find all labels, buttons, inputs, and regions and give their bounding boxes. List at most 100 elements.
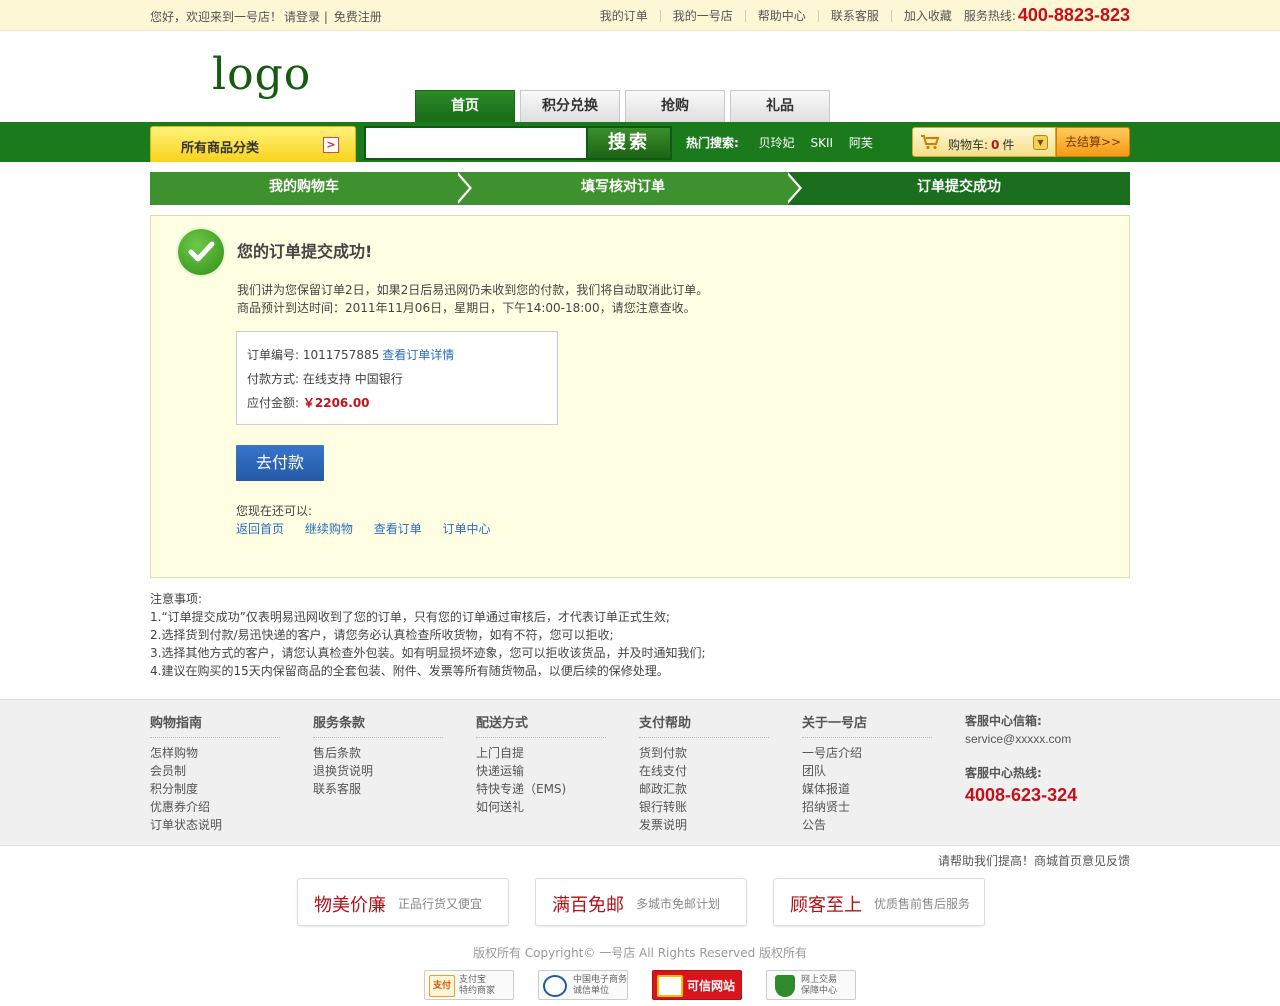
- tab-home[interactable]: 首页: [415, 90, 515, 122]
- footer-link[interactable]: 媒体报道: [802, 780, 932, 798]
- order-success-panel: 您的订单提交成功! 我们讲为您保留订单2日，如果2日后易迅网仍未收到您的付款，我…: [150, 215, 1130, 578]
- order-center-link[interactable]: 订单中心: [443, 522, 491, 536]
- search-input[interactable]: [364, 126, 586, 160]
- chevron-right-icon: >: [323, 137, 339, 153]
- login-link[interactable]: 请登录: [284, 10, 320, 24]
- integrity-seal-icon: [543, 975, 567, 997]
- payment-method: 在线支持 中国银行: [302, 372, 403, 386]
- register-link[interactable]: 免费注册: [334, 10, 382, 24]
- hotline-label: 服务热线:: [963, 9, 1016, 23]
- hot-keyword-benefit[interactable]: 贝玲妃: [759, 136, 795, 150]
- all-categories-button[interactable]: 所有商品分类 >: [150, 126, 356, 162]
- login-separator: |: [323, 10, 328, 24]
- all-categories-label: 所有商品分类: [181, 141, 260, 156]
- checkout-button[interactable]: 去结算>>: [1056, 127, 1130, 157]
- site-logo[interactable]: logo: [212, 49, 311, 100]
- notes: 注意事项: 1.“订单提交成功”仅表明易迅网收到了您的订单，只有您的订单通过审核…: [150, 590, 1130, 680]
- footer-link[interactable]: 邮政汇款: [639, 780, 769, 798]
- service-hotline-label: 客服中心热线:: [965, 766, 1042, 780]
- footer-link[interactable]: 发票说明: [639, 816, 769, 834]
- badge-line: 诚信单位: [573, 986, 610, 996]
- my-store-link[interactable]: 我的一号店: [661, 9, 746, 22]
- tab-points-exchange[interactable]: 积分兑换: [520, 90, 620, 122]
- next-actions: 返回首页 继续购物 查看订单 订单中心: [236, 520, 508, 537]
- search-bar: 所有商品分类 > 搜索 热门搜索: 贝玲妃 SKII 阿芙 购物车: 0 件 ▼ 去…: [0, 122, 1280, 162]
- help-center-link[interactable]: 帮助中心: [746, 9, 819, 22]
- step-cart: 我的购物车: [150, 172, 458, 205]
- cart-widget[interactable]: 购物车: 0 件 ▼: [912, 127, 1056, 157]
- footer-link[interactable]: 积分制度: [150, 780, 280, 798]
- service-hotline: 4008-623-324: [965, 785, 1078, 805]
- trusted-site-icon: [657, 975, 683, 997]
- note-item: 2.选择货到付款/易迅快递的客户，请您务必认真检查所收货物，如有不符，您可以拒收…: [150, 628, 614, 642]
- amount-due-row: 应付金额: ￥2206.00: [247, 394, 370, 411]
- trusted-site-badge[interactable]: 可信网站: [652, 970, 742, 1000]
- my-orders-link[interactable]: 我的订单: [588, 9, 661, 22]
- footer-link[interactable]: 会员制: [150, 762, 280, 780]
- footer-service-contact: 客服中心信箱: service@xxxxx.com 客服中心热线: 4008-6…: [965, 712, 1077, 806]
- hot-keyword-skii[interactable]: SKII: [810, 136, 833, 150]
- order-number-row: 订单编号: 1011757885 查看订单详情: [247, 346, 454, 363]
- top-bar: 您好，欢迎来到一号店！ 请登录 | 免费注册 我的订单 我的一号店 帮助中心 联系…: [0, 0, 1280, 31]
- promo-free-shipping: 满百免邮 多城市免邮计划: [535, 878, 747, 926]
- hot-keyword-afu[interactable]: 阿芙: [849, 136, 873, 150]
- promo-subtitle: 正品行货又便宜: [398, 897, 483, 911]
- pay-now-button[interactable]: 去付款: [236, 445, 324, 481]
- payment-method-label: 付款方式:: [247, 372, 300, 386]
- add-favorite-link[interactable]: 加入收藏: [892, 10, 964, 22]
- order-number-label: 订单编号:: [247, 348, 300, 362]
- footer-link[interactable]: 快递运输: [476, 762, 606, 780]
- view-order-detail-link[interactable]: 查看订单详情: [382, 348, 454, 362]
- footer-link[interactable]: 货到付款: [639, 744, 769, 762]
- badge-text: 可信网站: [687, 975, 735, 997]
- welcome-message: 您好，欢迎来到一号店！: [150, 10, 283, 24]
- alipay-badge[interactable]: 支付宝 支付宝特约商家: [424, 970, 514, 1000]
- footer-link[interactable]: 退换货说明: [313, 762, 443, 780]
- back-home-link[interactable]: 返回首页: [236, 522, 284, 536]
- footer-link[interactable]: 上门自提: [476, 744, 606, 762]
- footer-col-payment-help: 支付帮助 货到付款 在线支付 邮政汇款 银行转账 发票说明: [639, 712, 769, 834]
- footer-link[interactable]: 怎样购物: [150, 744, 280, 762]
- footer-link[interactable]: 公告: [802, 816, 932, 834]
- footer-link[interactable]: 银行转账: [639, 798, 769, 816]
- footer-link[interactable]: 售后条款: [313, 744, 443, 762]
- contact-service-link[interactable]: 联系客服: [819, 9, 892, 22]
- footer-link[interactable]: 联系客服: [313, 780, 443, 798]
- footer-link[interactable]: 订单状态说明: [150, 816, 280, 834]
- footer-link[interactable]: 优惠券介绍: [150, 798, 280, 816]
- cart-label-text: 购物车:: [948, 138, 989, 152]
- badge-text: 中国电子商务 诚信单位: [573, 975, 627, 997]
- trade-protection-badge[interactable]: 网上交易 保障中心: [766, 970, 856, 1000]
- step-fill-order: 填写核对订单: [458, 172, 788, 205]
- view-orders-link[interactable]: 查看订单: [374, 522, 422, 536]
- promo-customer-first: 顾客至上 优质售前售后服务: [773, 878, 985, 926]
- search-button[interactable]: 搜索: [586, 126, 672, 160]
- footer-link[interactable]: 团队: [802, 762, 932, 780]
- footer-link[interactable]: 一号店介绍: [802, 744, 932, 762]
- badge-line: 特约商家: [459, 986, 496, 996]
- step-divider: [455, 172, 469, 204]
- footer: 购物指南 怎样购物 会员制 积分制度 优惠券介绍 订单状态说明 服务条款 售后条…: [0, 699, 1280, 846]
- promo-title: 物美价廉: [314, 895, 386, 916]
- chevron-down-icon[interactable]: ▼: [1033, 135, 1048, 150]
- delivery-estimate: 商品预计到达时间：2011年11月06日，星期日，下午14:00-18:00，请…: [237, 301, 696, 315]
- footer-col-title: 服务条款: [313, 712, 443, 738]
- continue-shopping-link[interactable]: 继续购物: [305, 522, 353, 536]
- tab-flash-sale[interactable]: 抢购: [625, 90, 725, 122]
- footer-col-title: 配送方式: [476, 712, 606, 738]
- note-item: 1.“订单提交成功”仅表明易迅网收到了您的订单，只有您的订单通过审核后，才代表订…: [150, 610, 670, 624]
- footer-link[interactable]: 特快专递（EMS): [476, 780, 606, 798]
- note-item: 3.选择其他方式的客户，请您认真检查外包装。如有明显损坏迹象，您可以拒收该货品，…: [150, 646, 706, 660]
- service-email[interactable]: service@xxxxx.com: [965, 732, 1077, 746]
- tab-gifts[interactable]: 礼品: [730, 90, 830, 122]
- footer-col-delivery: 配送方式 上门自提 快递运输 特快专递（EMS) 如何送礼: [476, 712, 606, 816]
- ecommerce-integrity-badge[interactable]: 中国电子商务 诚信单位: [538, 970, 628, 1000]
- footer-link[interactable]: 如何送礼: [476, 798, 606, 816]
- checkmark-icon: [188, 241, 215, 262]
- notes-title: 注意事项:: [150, 592, 203, 606]
- footer-link[interactable]: 招纳贤士: [802, 798, 932, 816]
- footer-link[interactable]: 在线支付: [639, 762, 769, 780]
- success-title: 您的订单提交成功!: [237, 242, 373, 261]
- feedback-link[interactable]: 请帮助我们提高！商城首页意见反馈: [938, 852, 1130, 869]
- badge-line: 保障中心: [801, 986, 838, 996]
